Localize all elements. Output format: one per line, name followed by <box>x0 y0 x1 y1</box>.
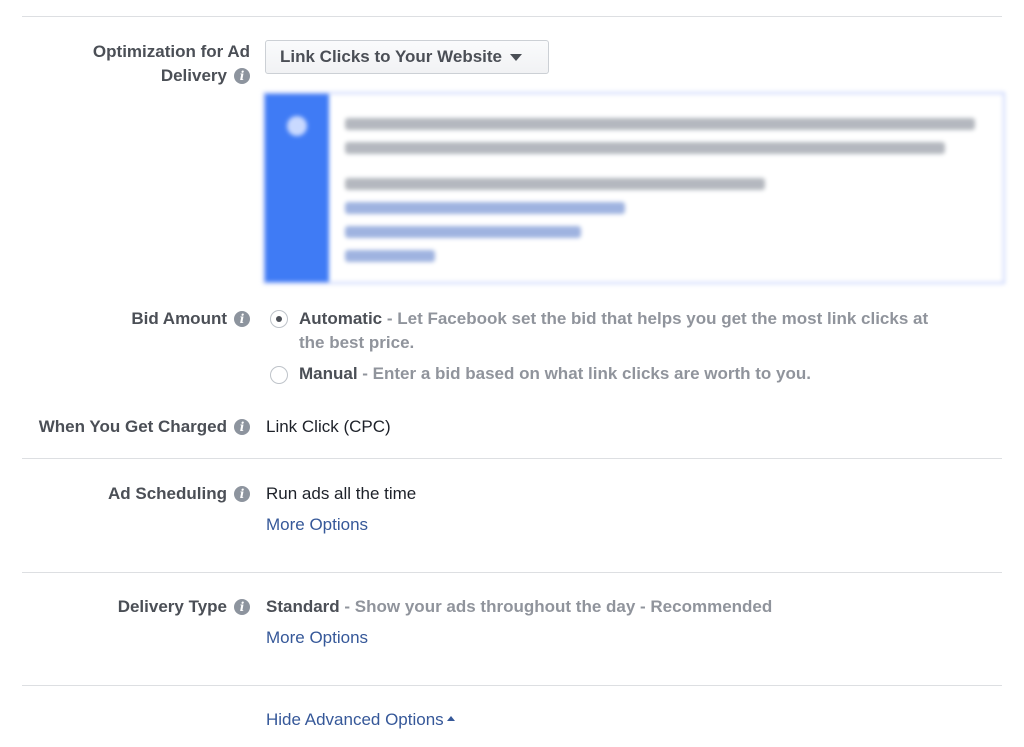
optimization-dropdown[interactable]: Link Clicks to Your Website <box>265 40 549 74</box>
optimization-label-line1: Optimization for Ad <box>92 42 250 61</box>
chevron-up-icon <box>446 716 455 722</box>
scheduling-value: Run ads all the time <box>266 484 417 503</box>
notice-link-line[interactable] <box>345 250 435 262</box>
charged-label: When You Get Charged <box>38 417 227 436</box>
bid-automatic-title: Automatic <box>299 309 383 328</box>
info-icon[interactable]: i <box>234 419 250 435</box>
hide-advanced-options-link[interactable]: Hide Advanced Options <box>266 708 455 732</box>
notice-text-line <box>345 178 765 190</box>
delivery-label: Delivery Type <box>117 597 227 616</box>
scheduling-label-row: Ad Scheduling i <box>10 482 250 506</box>
bid-manual-title: Manual <box>299 364 358 383</box>
optimization-label-row: Optimization for Ad Delivery i <box>10 40 250 88</box>
info-icon <box>287 116 307 136</box>
optimization-label: Optimization for Ad Delivery i <box>93 40 250 88</box>
section-divider <box>22 458 1002 459</box>
notice-text-line <box>345 118 975 130</box>
notice-accent-bar <box>265 94 329 282</box>
bid-manual-radio[interactable] <box>270 366 288 384</box>
info-icon[interactable]: i <box>234 599 250 615</box>
bid-manual-desc: - Enter a bid based on what link clicks … <box>357 364 811 383</box>
optimization-label-line2: Delivery <box>160 66 227 85</box>
delivery-value: Standard <box>266 597 340 616</box>
optimization-notice-box <box>263 92 1005 284</box>
optimization-label-line2-wrap: Delivery i <box>93 64 250 88</box>
section-divider <box>22 572 1002 573</box>
notice-link-line[interactable] <box>345 226 581 238</box>
notice-text-line <box>345 142 945 154</box>
section-divider <box>22 685 1002 686</box>
charged-value: Link Click (CPC) <box>266 417 391 436</box>
bid-amount-label: Bid Amount <box>131 309 227 328</box>
charged-label-row: When You Get Charged i <box>0 415 250 439</box>
info-icon[interactable]: i <box>234 68 250 84</box>
bid-automatic-desc: - Let Facebook set the bid that helps yo… <box>382 309 929 328</box>
delivery-more-options-link[interactable]: More Options <box>266 626 368 650</box>
top-divider <box>22 16 1002 17</box>
delivery-desc: - Show your ads throughout the day - Rec… <box>339 597 773 616</box>
delivery-label-row: Delivery Type i <box>10 595 250 619</box>
bid-automatic-desc-cont: the best price. <box>299 333 415 352</box>
bid-manual-option[interactable]: Manual - Enter a bid based on what link … <box>299 362 999 386</box>
bid-automatic-radio[interactable] <box>270 310 288 328</box>
ad-delivery-settings: Optimization for Ad Delivery i Link Clic… <box>0 0 1024 747</box>
optimization-selected-value: Link Clicks to Your Website <box>280 47 502 66</box>
info-icon[interactable]: i <box>234 486 250 502</box>
bid-automatic-option[interactable]: Automatic - Let Facebook set the bid tha… <box>299 307 999 355</box>
scheduling-more-options-link[interactable]: More Options <box>266 513 368 537</box>
scheduling-label: Ad Scheduling <box>108 484 227 503</box>
bid-amount-label-row: Bid Amount i <box>10 307 250 331</box>
info-icon[interactable]: i <box>234 311 250 327</box>
delivery-standard-option: Standard - Show your ads throughout the … <box>266 595 986 619</box>
hide-advanced-options-label: Hide Advanced Options <box>266 710 444 729</box>
notice-link-line[interactable] <box>345 202 625 214</box>
chevron-down-icon <box>510 53 522 61</box>
